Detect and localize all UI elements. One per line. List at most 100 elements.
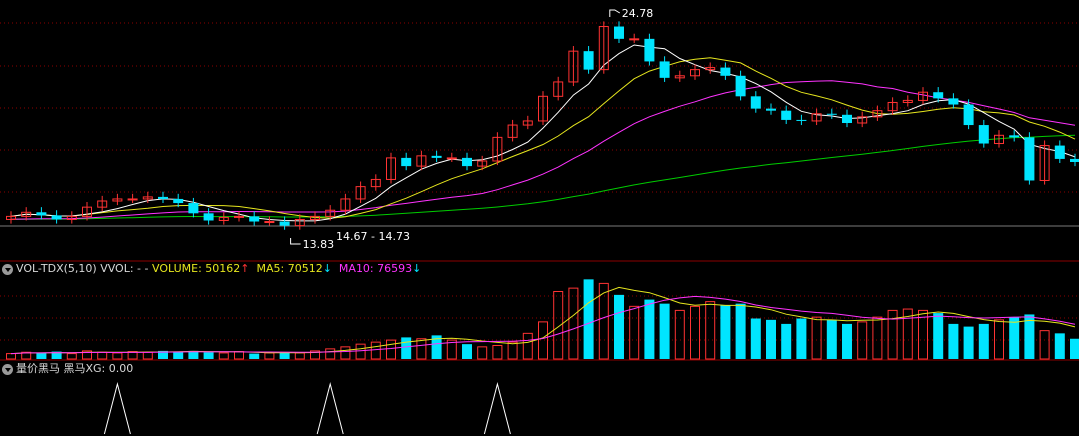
- volume-bar-up: [370, 341, 381, 360]
- volume-bar-up: [629, 305, 640, 360]
- volume-ma10-line: [10, 295, 1076, 355]
- volume-bar-down: [249, 353, 260, 359]
- volume-bar-up: [234, 351, 244, 360]
- candle-body-down: [978, 125, 989, 144]
- candle-body-down: [462, 157, 472, 167]
- ma10-down-arrow-icon: ↓: [412, 262, 422, 275]
- candle-body-down: [401, 157, 412, 167]
- candle-body-down: [1070, 158, 1079, 162]
- low-price-label: 13.83: [303, 238, 335, 251]
- volume-bar-down: [36, 352, 47, 359]
- volume-bar-up: [994, 319, 1004, 360]
- candle-body-down: [735, 75, 746, 97]
- volume-bar-down: [644, 299, 655, 359]
- volume-bar-down: [948, 323, 959, 359]
- volume-bar-up: [416, 338, 427, 360]
- candle-body-down: [614, 26, 624, 39]
- candle-body-down: [644, 38, 655, 62]
- signal-value-text: 黑马XG: 0.00: [63, 362, 134, 375]
- ma5-down-arrow-icon: ↓: [322, 262, 332, 275]
- ma5-line-layer: [10, 44, 1076, 222]
- volume-bar-up: [522, 332, 533, 360]
- candle-body-down: [720, 67, 731, 76]
- candle-body-down: [948, 98, 959, 105]
- candles-layer: [6, 21, 1079, 230]
- volume-panel-collapse-icon[interactable]: [2, 264, 13, 275]
- volume-bar-down: [766, 319, 776, 359]
- volume-bar-up: [705, 301, 716, 360]
- volume-bar-down: [842, 323, 852, 359]
- volume-bar-up: [218, 352, 229, 360]
- candle-body-up: [629, 38, 640, 41]
- candle-body-down: [249, 216, 260, 222]
- signal-panel-header: 量价黑马 黑马XG: 0.00: [16, 362, 133, 376]
- volume-panel-header: VOL-TDX(5,10) VVOL: - - VOLUME: 50162↑ M…: [16, 262, 422, 275]
- signal-spike: [103, 382, 131, 435]
- volume-bar-down: [750, 318, 761, 359]
- candle-body-down: [36, 212, 47, 216]
- volume-bar-up: [507, 341, 518, 360]
- volume-bar-up: [538, 321, 548, 360]
- volume-bar-up: [553, 291, 564, 360]
- volume-bar-up: [264, 352, 275, 360]
- candle-body-down: [781, 110, 792, 120]
- volume-bar-up: [112, 352, 123, 360]
- volume-bar-up: [1039, 330, 1050, 360]
- signal-layer: [103, 382, 511, 435]
- signal-indicator-name[interactable]: 量价黑马: [16, 362, 60, 375]
- signal-spike: [316, 382, 344, 435]
- high-price-label: 24.78: [622, 7, 654, 20]
- volume-bar-down: [1054, 333, 1065, 359]
- candle-body-up: [127, 198, 138, 201]
- signal-panel-collapse-icon[interactable]: [2, 364, 13, 375]
- volume-bar-up: [872, 316, 883, 360]
- low-marker-arrow: [290, 238, 301, 245]
- volume-bar-down: [826, 319, 837, 359]
- volume-text: VOLUME: 50162: [152, 262, 241, 275]
- volume-bars-layer: [6, 279, 1079, 360]
- ma10-line-layer: [10, 57, 1076, 219]
- volume-ma5-line: [10, 286, 1076, 355]
- candle-body-up: [264, 221, 275, 224]
- candle-body-down: [203, 213, 214, 221]
- ma5-line: [10, 44, 1076, 222]
- volume-bar-up: [477, 346, 488, 360]
- volume-bar-down: [279, 352, 290, 359]
- candle-body-down: [963, 104, 974, 126]
- candle-body-down: [173, 198, 184, 204]
- volume-ma5-text: MA5: 70512: [256, 262, 323, 275]
- candle-body-down: [431, 155, 442, 158]
- ma60-line-layer: [10, 134, 1076, 220]
- volume-bar-up: [690, 305, 700, 360]
- candle-body-down: [188, 203, 199, 214]
- vvol-text: VVOL: -: [100, 262, 142, 275]
- candle-body-up: [446, 157, 457, 160]
- range-label: 14.67 - 14.73: [336, 230, 410, 243]
- candle-body-down: [1054, 145, 1065, 159]
- volume-bar-up: [811, 316, 822, 360]
- volume-bar-down: [933, 313, 944, 359]
- volume-bar-up: [6, 353, 16, 360]
- candle-body-down: [158, 196, 168, 199]
- volume-bar-down: [173, 351, 184, 359]
- volume-bar-up: [66, 353, 77, 360]
- volume-bar-down: [735, 303, 746, 359]
- volume-indicator-name[interactable]: VOL-TDX(5,10): [16, 262, 97, 275]
- candle-body-down: [842, 114, 852, 123]
- ma10-line: [10, 57, 1076, 219]
- volume-bar-down: [963, 326, 974, 359]
- volume-bar-up: [325, 348, 336, 360]
- stock-chart: 24.78 13.8314.67 - 14.73: [0, 7, 1079, 435]
- candle-body-down: [750, 96, 761, 109]
- volume-bar-up: [142, 351, 153, 360]
- volume-bar-down: [583, 279, 594, 359]
- volume-bar-up: [340, 346, 351, 360]
- volume-bar-down: [796, 318, 807, 359]
- gridlines: [0, 22, 1079, 361]
- candle-body-down: [583, 51, 594, 70]
- candle-body-down: [1009, 135, 1020, 138]
- volume-bar-up: [97, 351, 108, 360]
- candle-body-down: [1024, 137, 1035, 181]
- volume-bar-down: [614, 294, 624, 359]
- candle-body-down: [279, 221, 290, 226]
